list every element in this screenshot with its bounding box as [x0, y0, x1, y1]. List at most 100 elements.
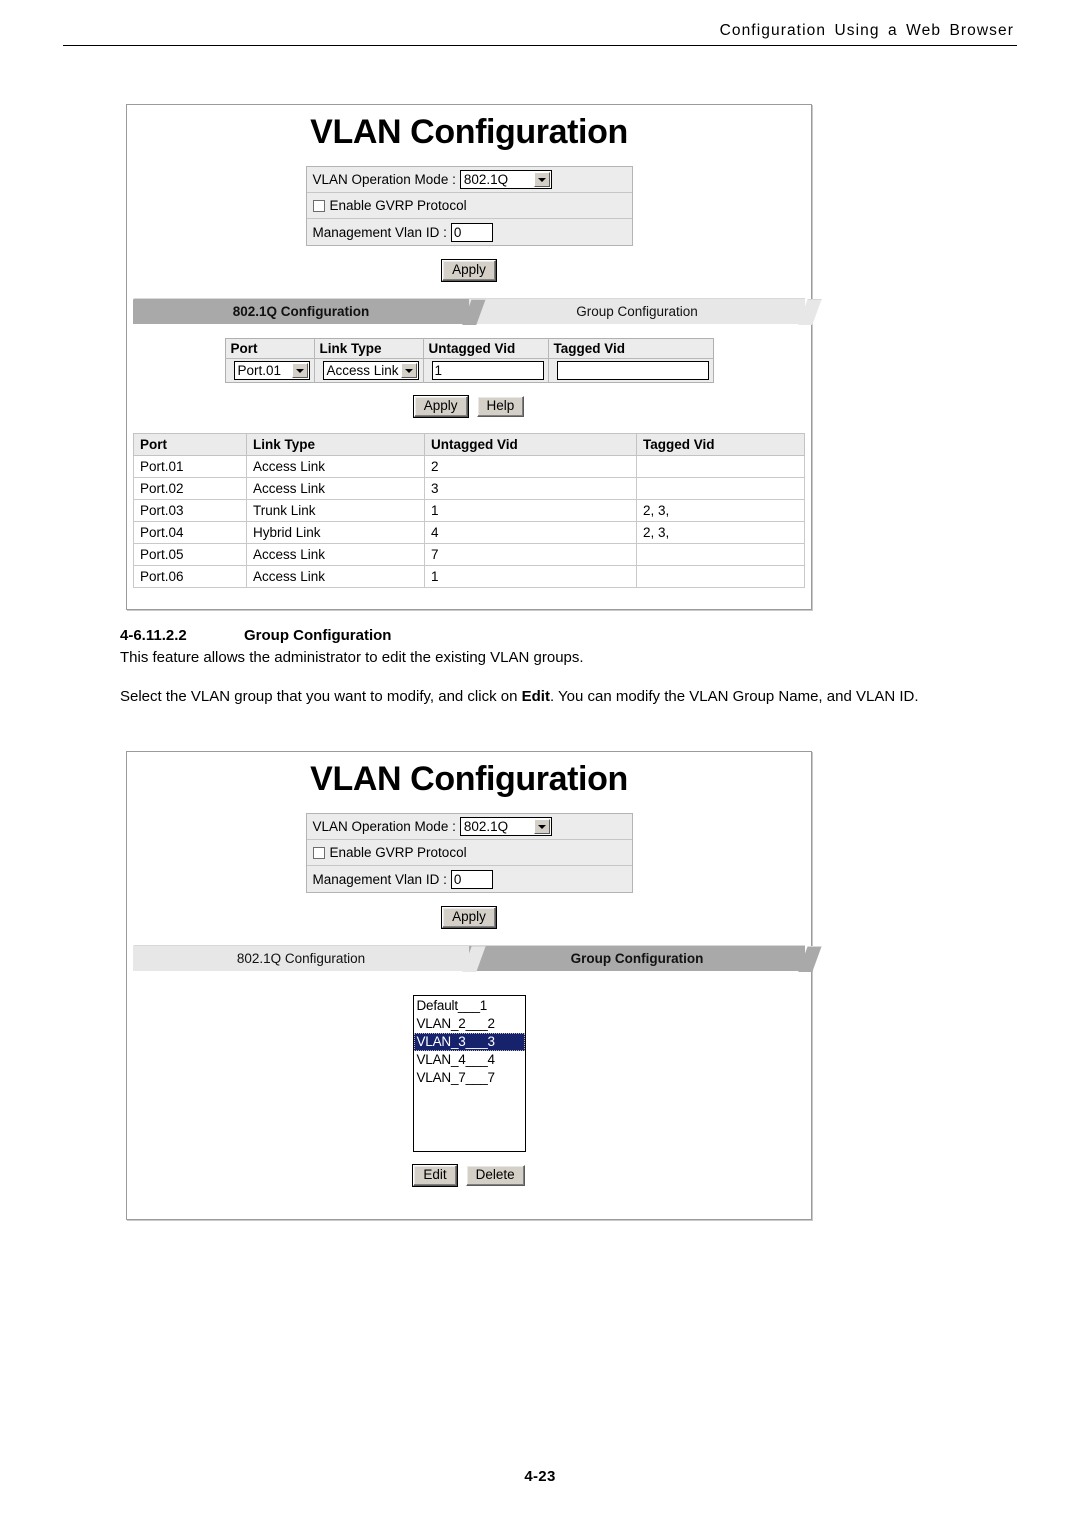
- tab-8021q-configuration[interactable]: 802.1Q Configuration: [133, 298, 486, 325]
- page-title: VLAN Configuration: [310, 760, 628, 798]
- apply-edit-button[interactable]: Apply: [412, 395, 469, 418]
- results-col-port: Port: [133, 433, 247, 456]
- edit-input-row: Port.01 Access Link: [225, 358, 713, 383]
- cell-untagged-vid: 1: [424, 565, 637, 588]
- list-item[interactable]: VLAN_3___3: [413, 1033, 525, 1051]
- cell-untagged-vid: 7: [424, 543, 637, 566]
- management-vlan-row: Management Vlan ID :: [307, 866, 632, 892]
- running-header: Configuration Using a Web Browser: [63, 22, 1017, 46]
- edit-button-row: Apply Help: [127, 395, 811, 418]
- tab-8021q-label: 802.1Q Configuration: [236, 951, 366, 966]
- tab-group-label: Group Configuration: [576, 304, 698, 319]
- cell-link-type: Access Link: [246, 455, 425, 478]
- cell-tagged-vid: [636, 455, 805, 478]
- edit-button[interactable]: Edit: [412, 1164, 458, 1187]
- tab-strip-bottom: 802.1Q Configuration Group Configuration: [133, 945, 822, 972]
- header-rule: [63, 45, 1017, 46]
- vlan-configuration-screenshot-bottom: VLAN Configuration VLAN Operation Mode :…: [126, 751, 822, 1220]
- delete-button[interactable]: Delete: [465, 1165, 525, 1186]
- cell-tagged-vid: [636, 477, 805, 500]
- section-heading: 4-6.11.2.2 Group Configuration: [120, 627, 970, 644]
- chevron-down-icon[interactable]: [400, 363, 417, 378]
- cell-port: Port.03: [133, 499, 247, 522]
- table-row: Port.04 Hybrid Link 4 2, 3,: [133, 521, 805, 544]
- table-row: Port.05 Access Link 7: [133, 543, 805, 566]
- results-col-tagged: Tagged Vid: [636, 433, 805, 456]
- gvrp-checkbox[interactable]: [312, 846, 325, 859]
- cell-untagged-vid: 4: [424, 521, 637, 544]
- results-col-link-type: Link Type: [246, 433, 425, 456]
- results-body: Port.01 Access Link 2 Port.02 Access Link 3 Po…: [133, 455, 805, 588]
- edit-header-row: Port Link Type Untagged Vid Tagged Vid: [225, 338, 713, 359]
- management-vlan-input[interactable]: [450, 222, 493, 242]
- cell-link-type: Access Link: [246, 565, 425, 588]
- operation-mode-select[interactable]: 802.1Q: [459, 170, 552, 189]
- apply-button[interactable]: Apply: [441, 259, 497, 282]
- cell-port: Port.05: [133, 543, 247, 566]
- tab-8021q-configuration[interactable]: 802.1Q Configuration: [133, 945, 486, 972]
- cell-port: Port.06: [133, 565, 247, 588]
- cell-link-type: Access Link: [246, 477, 425, 500]
- page-title: VLAN Configuration: [310, 113, 628, 151]
- cell-tagged-vid: [636, 543, 805, 566]
- apply-button-row: Apply: [127, 906, 811, 929]
- management-vlan-row: Management Vlan ID :: [307, 219, 632, 245]
- operation-mode-value: 802.1Q: [463, 172, 509, 187]
- chevron-down-icon[interactable]: [291, 363, 308, 378]
- help-button[interactable]: Help: [476, 396, 525, 417]
- chevron-down-icon[interactable]: [533, 172, 550, 187]
- list-item[interactable]: VLAN_7___7: [414, 1069, 525, 1087]
- edit-col-untagged: Untagged Vid: [423, 338, 549, 359]
- table-row: Port.03 Trunk Link 1 2, 3,: [133, 499, 805, 522]
- link-type-select-value: Access Link: [326, 363, 399, 378]
- edit-col-port: Port: [225, 338, 315, 359]
- table-row: Port.06 Access Link 1: [133, 565, 805, 588]
- tab-group-label: Group Configuration: [570, 951, 704, 966]
- results-header-row: Port Link Type Untagged Vid Tagged Vid: [133, 433, 805, 456]
- results-col-untagged: Untagged Vid: [424, 433, 637, 456]
- vlan-group-list-wrap: Default___1 VLAN_2___2 VLAN_3___3 VLAN_4___…: [127, 995, 811, 1152]
- cell-tagged-vid: [636, 565, 805, 588]
- apply-button[interactable]: Apply: [441, 906, 497, 929]
- cell-port: Port.04: [133, 521, 247, 544]
- edit-col-link-type: Link Type: [314, 338, 424, 359]
- port-select[interactable]: Port.01: [233, 361, 310, 380]
- cell-untagged-vid: 2: [424, 455, 637, 478]
- management-vlan-input[interactable]: [450, 869, 493, 889]
- tab-group-configuration[interactable]: Group Configuration: [469, 945, 822, 972]
- chevron-down-icon[interactable]: [533, 819, 550, 834]
- gvrp-label: Enable GVRP Protocol: [329, 845, 467, 860]
- untagged-vid-input[interactable]: [431, 361, 544, 380]
- port-select-value: Port.01: [237, 363, 282, 378]
- edit-col-tagged: Tagged Vid: [548, 338, 713, 359]
- tagged-vid-input[interactable]: [556, 361, 709, 380]
- list-item[interactable]: VLAN_2___2: [414, 1015, 525, 1033]
- cell-tagged-vid: 2, 3,: [636, 521, 805, 544]
- operation-mode-select[interactable]: 802.1Q: [459, 817, 552, 836]
- paragraph-2-emphasis: Edit: [521, 688, 550, 705]
- gvrp-checkbox[interactable]: [312, 199, 325, 212]
- cell-link-type: Trunk Link: [246, 499, 425, 522]
- cell-tagged-vid: 2, 3,: [636, 499, 805, 522]
- tab-strip-top: 802.1Q Configuration Group Configuration: [133, 298, 822, 325]
- tab-group-configuration[interactable]: Group Configuration: [469, 298, 822, 325]
- tab-slant: [798, 299, 822, 325]
- cell-untagged-vid: 1: [424, 499, 637, 522]
- cell-link-type: Hybrid Link: [246, 521, 425, 544]
- cell-port: Port.02: [133, 477, 247, 500]
- table-row: Port.02 Access Link 3: [133, 477, 805, 500]
- running-head-text: Configuration Using a Web Browser: [719, 22, 1014, 39]
- section-title: Group Configuration: [244, 627, 392, 644]
- operation-mode-label: VLAN Operation Mode :: [312, 819, 456, 834]
- vlan-group-listbox[interactable]: Default___1 VLAN_2___2 VLAN_3___3 VLAN_4___…: [412, 995, 526, 1152]
- operation-mode-row: VLAN Operation Mode : 802.1Q: [306, 814, 632, 840]
- tab-8021q-label: 802.1Q Configuration: [232, 304, 370, 319]
- list-item[interactable]: VLAN_4___4: [414, 1051, 525, 1069]
- tab-slant: [798, 946, 822, 972]
- list-item[interactable]: Default___1: [414, 997, 525, 1015]
- link-type-select[interactable]: Access Link: [322, 361, 419, 380]
- paragraph-1: This feature allows the administrator to…: [120, 649, 584, 666]
- management-vlan-label: Management Vlan ID :: [312, 871, 447, 887]
- operation-mode-label: VLAN Operation Mode :: [312, 172, 456, 187]
- vlan-configuration-screenshot-top: VLAN Configuration VLAN Operation Mode :…: [126, 104, 822, 610]
